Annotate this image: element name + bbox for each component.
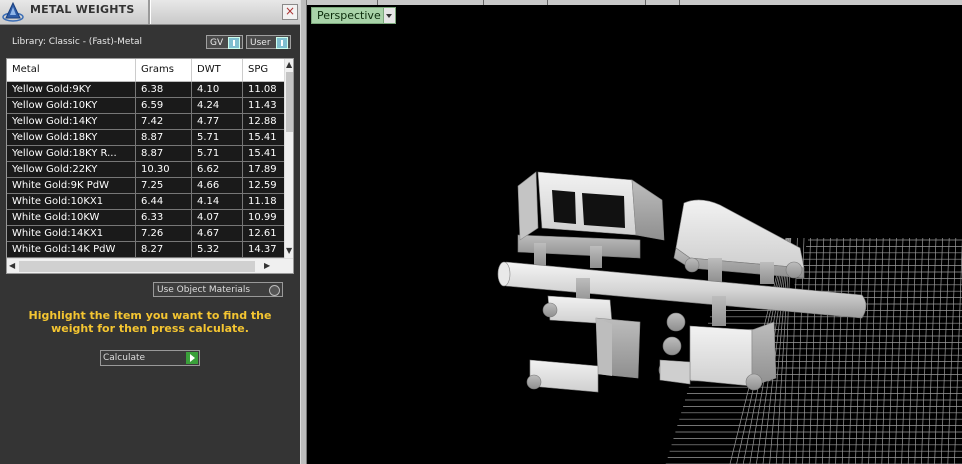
radio-icon[interactable] — [269, 285, 280, 296]
cell-metal: Yellow Gold:22KY — [7, 162, 136, 177]
table-row[interactable]: White Gold:10KW 6.33 4.07 10.99 — [7, 210, 284, 226]
cell-dwt: 4.07 — [192, 210, 243, 225]
cell-dwt: 5.32 — [192, 242, 243, 257]
metal-weights-panel: METAL WEIGHTS × Library: Classic - (Fast… — [0, 0, 300, 464]
table-row[interactable]: Yellow Gold:22KY 10.30 6.62 17.89 — [7, 162, 284, 178]
gv-toggle-label: GV — [210, 38, 224, 48]
library-label: Library: Classic - (Fast)-Metal — [12, 37, 143, 47]
cell-spg: 11.18 — [248, 196, 277, 207]
table-row[interactable]: White Gold:14K PdW 8.27 5.32 14.37 — [7, 242, 284, 258]
cell-metal: White Gold:9K PdW — [7, 178, 136, 193]
cell-spg: 14.37 — [248, 244, 277, 255]
cell-dwt: 4.24 — [192, 98, 243, 113]
cell-spg: 12.61 — [248, 228, 277, 239]
table-row[interactable]: White Gold:14KX1 7.26 4.67 12.61 — [7, 226, 284, 242]
table-row[interactable]: White Gold:10KX1 6.44 4.14 11.18 — [7, 194, 284, 210]
horizontal-scroll-thumb[interactable] — [19, 261, 255, 272]
cell-grams: 7.26 — [136, 226, 192, 241]
cell-grams: 8.87 — [136, 146, 192, 161]
scroll-right-icon[interactable]: ▶ — [264, 261, 270, 271]
app-logo-icon — [2, 1, 24, 22]
cell-grams: 10.30 — [136, 162, 192, 177]
vertical-scrollbar[interactable]: ▲ ▼ — [284, 59, 293, 258]
toggle-icon — [228, 37, 240, 49]
cell-dwt: 4.67 — [192, 226, 243, 241]
gv-toggle[interactable]: GV — [206, 35, 243, 49]
table-body: Yellow Gold:9KY 6.38 4.10 11.08 Yellow Gold:… — [7, 82, 284, 258]
horizontal-scrollbar[interactable]: ◀ ▶ — [7, 258, 293, 273]
table-row[interactable]: Yellow Gold:9KY 6.38 4.10 11.08 — [7, 82, 284, 98]
cell-grams: 6.59 — [136, 98, 192, 113]
cell-grams: 8.27 — [136, 242, 192, 257]
cell-metal: Yellow Gold:10KY — [7, 98, 136, 113]
table-row[interactable]: Yellow Gold:14KY 7.42 4.77 12.88 — [7, 114, 284, 130]
cell-grams: 6.33 — [136, 210, 192, 225]
close-icon[interactable]: × — [282, 4, 298, 20]
calculate-button[interactable]: Calculate — [100, 350, 200, 366]
cell-dwt: 5.71 — [192, 146, 243, 161]
column-header-metal[interactable]: Metal — [7, 59, 136, 81]
play-arrow-icon[interactable] — [186, 352, 198, 364]
cell-metal: Yellow Gold:18KY — [7, 130, 136, 145]
table-row[interactable]: Yellow Gold:10KY 6.59 4.24 11.43 — [7, 98, 284, 114]
column-header-dwt[interactable]: DWT — [192, 59, 243, 81]
cell-dwt: 4.77 — [192, 114, 243, 129]
cell-spg: 15.41 — [248, 132, 277, 143]
cell-spg: 11.08 — [248, 84, 277, 95]
toggle-icon — [276, 37, 288, 49]
use-object-materials-option[interactable]: Use Object Materials — [153, 282, 283, 297]
titlebar-divider — [148, 0, 151, 24]
metal-table: Metal Grams DWT SPG Yellow Gold:9KY 6.38 4… — [6, 58, 294, 274]
cell-dwt: 6.62 — [192, 162, 243, 177]
table-row[interactable]: White Gold:9K PdW 7.25 4.66 12.59 — [7, 178, 284, 194]
cell-dwt: 5.71 — [192, 130, 243, 145]
vertical-scroll-thumb[interactable] — [286, 72, 293, 132]
table-row[interactable]: Yellow Gold:18KY 8.87 5.71 15.41 — [7, 130, 284, 146]
cell-spg: 12.59 — [248, 180, 277, 191]
cell-metal: White Gold:14KX1 — [7, 226, 136, 241]
cell-grams: 8.87 — [136, 130, 192, 145]
scroll-up-icon[interactable]: ▲ — [286, 60, 292, 70]
cell-dwt: 4.10 — [192, 82, 243, 97]
cell-grams: 7.42 — [136, 114, 192, 129]
table-row[interactable]: Yellow Gold:18KY R... 8.87 5.71 15.41 — [7, 146, 284, 162]
panel-titlebar: METAL WEIGHTS × — [0, 0, 300, 25]
cell-spg: 12.88 — [248, 116, 277, 127]
user-toggle[interactable]: User — [246, 35, 291, 49]
cell-spg: 17.89 — [248, 164, 277, 175]
cell-spg: 10.99 — [248, 212, 277, 223]
instruction-text: Highlight the item you want to find the … — [28, 309, 272, 335]
cell-metal: White Gold:10KX1 — [7, 194, 136, 209]
panel-title: METAL WEIGHTS — [30, 3, 135, 16]
3d-viewport[interactable]: Perspective — [307, 0, 962, 464]
cell-spg: 11.43 — [248, 100, 277, 111]
table-header: Metal Grams DWT SPG — [7, 59, 284, 82]
panel-splitter[interactable] — [300, 0, 307, 464]
cell-metal: Yellow Gold:9KY — [7, 82, 136, 97]
scroll-down-icon[interactable]: ▼ — [286, 246, 292, 256]
cell-metal: Yellow Gold:18KY R... — [7, 146, 136, 161]
use-object-materials-label: Use Object Materials — [157, 285, 251, 295]
cell-grams: 6.38 — [136, 82, 192, 97]
cell-metal: White Gold:10KW — [7, 210, 136, 225]
cell-metal: White Gold:14K PdW — [7, 242, 136, 257]
cell-spg: 15.41 — [248, 148, 277, 159]
cell-dwt: 4.14 — [192, 194, 243, 209]
jewelry-model — [497, 171, 867, 393]
scroll-left-icon[interactable]: ◀ — [9, 261, 15, 271]
user-toggle-label: User — [250, 38, 271, 48]
cell-metal: Yellow Gold:14KY — [7, 114, 136, 129]
column-header-spg[interactable]: SPG — [243, 59, 284, 81]
calculate-label: Calculate — [103, 353, 146, 363]
cell-grams: 6.44 — [136, 194, 192, 209]
3d-scene — [497, 171, 962, 464]
cell-dwt: 4.66 — [192, 178, 243, 193]
column-header-grams[interactable]: Grams — [136, 59, 192, 81]
cell-grams: 7.25 — [136, 178, 192, 193]
